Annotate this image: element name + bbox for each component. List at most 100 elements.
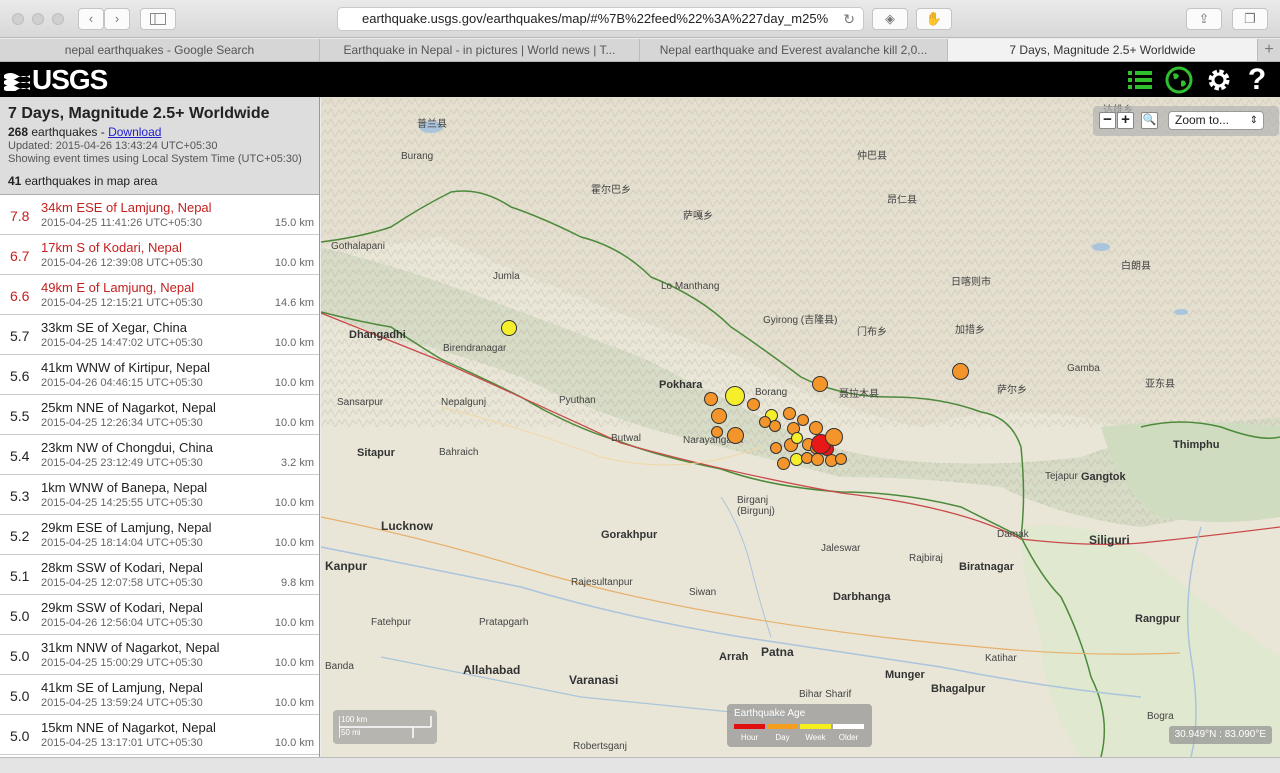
legend-swatch	[734, 724, 765, 729]
place-label: 白朗县	[1121, 261, 1151, 272]
zoom-to-select[interactable]: Zoom to... ⇕	[1168, 111, 1264, 130]
legend-label: Hour	[740, 733, 759, 742]
place-label: 普兰县	[417, 119, 447, 130]
reload-icon[interactable]: ↻	[843, 8, 855, 30]
tabs-icon: ❐	[1244, 11, 1256, 26]
usgs-logo[interactable]: USGS	[4, 64, 108, 95]
place-label: Burang	[401, 151, 434, 162]
reader-button[interactable]: ◈	[872, 8, 908, 30]
earthquake-list-item[interactable]: 5.5 25km NNE of Nagarkot, Nepal 2015-04-25…	[0, 395, 319, 435]
depth: 10.0 km	[274, 697, 314, 709]
zoom-in-button[interactable]: +	[1117, 112, 1134, 129]
magnitude: 5.2	[10, 528, 30, 544]
earthquake-marker[interactable]	[791, 432, 803, 444]
earthquake-list-item[interactable]: 5.3 1km WNW of Banepa, Nepal 2015-04-25 14…	[0, 475, 319, 515]
tab-everest-avalanche[interactable]: Nepal earthquake and Everest avalanche k…	[640, 39, 948, 61]
place-label: Pratapgarh	[479, 617, 529, 628]
close-window-button[interactable]	[12, 13, 24, 25]
earthquake-list-item[interactable]: 6.6 49km E of Lamjung, Nepal 2015-04-25 12…	[0, 275, 319, 315]
location: 1km WNW of Banepa, Nepal	[41, 480, 208, 495]
earthquake-marker[interactable]	[725, 386, 745, 406]
location: 31km NNW of Nagarkot, Nepal	[41, 640, 220, 655]
place-label: Munger	[885, 669, 925, 681]
magnitude: 5.3	[10, 488, 30, 504]
place-label: Kanpur	[325, 559, 367, 573]
earthquake-marker[interactable]	[782, 406, 796, 420]
gear-icon[interactable]	[1205, 66, 1233, 94]
place-label: 聂拉木县	[839, 389, 879, 400]
earthquake-list-item[interactable]: 7.8 34km ESE of Lamjung, Nepal 2015-04-25 …	[0, 195, 319, 235]
depth: 10.0 km	[274, 377, 314, 389]
location: 34km ESE of Lamjung, Nepal	[41, 200, 212, 215]
earthquake-marker[interactable]	[501, 320, 517, 336]
download-link[interactable]: Download	[108, 125, 161, 139]
place-label: Patna	[761, 645, 794, 659]
forward-button[interactable]: ›	[104, 8, 130, 30]
updown-arrow-icon: ⇕	[1249, 115, 1258, 126]
location: 49km E of Lamjung, Nepal	[41, 280, 195, 295]
earthquake-marker[interactable]	[810, 452, 824, 466]
earthquake-marker[interactable]	[797, 414, 809, 426]
earthquake-list-item[interactable]: 5.7 33km SE of Xegar, China 2015-04-25 14:…	[0, 315, 319, 355]
earthquake-marker[interactable]	[825, 428, 843, 446]
usgs-header: USGS ?	[0, 62, 1280, 97]
earthquake-list-item[interactable]: 5.1 28km SSW of Kodari, Nepal 2015-04-25 1…	[0, 555, 319, 595]
earthquake-marker[interactable]	[770, 442, 782, 454]
extension-button[interactable]: ✋	[916, 8, 952, 30]
earthquake-marker[interactable]	[711, 408, 727, 424]
tab-usgs-map[interactable]: 7 Days, Magnitude 2.5+ Worldwide	[948, 39, 1258, 61]
tab-guardian-pictures[interactable]: Earthquake in Nepal - in pictures | Worl…	[320, 39, 640, 61]
event-time: 2015-04-25 12:07:58 UTC+05:30	[41, 577, 203, 589]
earthquake-marker[interactable]	[951, 362, 969, 380]
zoom-window-button[interactable]	[52, 13, 64, 25]
magnify-icon[interactable]: 🔍	[1141, 112, 1158, 129]
place-label: Gothalapani	[331, 241, 385, 252]
location: 23km NW of Chongdui, China	[41, 440, 213, 455]
globe-icon[interactable]	[1165, 66, 1193, 94]
earthquake-list-item[interactable]: 5.0 15km NNE of Nagarkot, Nepal 2015-04-25…	[0, 715, 319, 755]
earthquake-marker[interactable]	[776, 456, 790, 470]
tab-google-search[interactable]: nepal earthquakes - Google Search	[0, 39, 320, 61]
new-tab-button[interactable]: +	[1258, 39, 1280, 61]
browser-toolbar: ‹ › earthquake.usgs.gov/earthquakes/map/…	[0, 0, 1280, 38]
earthquake-marker[interactable]	[704, 392, 718, 406]
zoom-out-button[interactable]: −	[1099, 112, 1116, 129]
event-time: 2015-04-25 13:17:01 UTC+05:30	[41, 737, 203, 749]
help-icon[interactable]: ?	[1243, 65, 1271, 95]
place-label: Robertsganj	[573, 741, 627, 752]
depth: 10.0 km	[274, 257, 314, 269]
earthquake-marker[interactable]	[711, 426, 723, 438]
event-time: 2015-04-25 12:15:21 UTC+05:30	[41, 297, 203, 309]
place-label: Damak	[997, 529, 1029, 540]
earthquake-list-item[interactable]: 6.7 17km S of Kodari, Nepal 2015-04-26 12:…	[0, 235, 319, 275]
earthquake-marker[interactable]	[812, 376, 828, 392]
place-label: Fatehpur	[371, 617, 412, 628]
share-button[interactable]: ⇪	[1186, 8, 1222, 30]
earthquake-marker[interactable]	[835, 453, 847, 465]
earthquake-list-item[interactable]: 5.0 31km NNW of Nagarkot, Nepal 2015-04-25…	[0, 635, 319, 675]
share-icon: ⇪	[1198, 11, 1210, 26]
place-label: 仲巴县	[857, 151, 887, 162]
list-icon[interactable]	[1126, 66, 1154, 94]
magnitude: 5.7	[10, 328, 30, 344]
feed-title: 7 Days, Magnitude 2.5+ Worldwide	[8, 105, 270, 122]
earthquake-list-item[interactable]: 5.0 41km SE of Lamjung, Nepal 2015-04-25 1…	[0, 675, 319, 715]
map-view[interactable]: Burang Gothalapani Jumla Lo Manthang Gyi…	[321, 97, 1280, 757]
depth: 10.0 km	[274, 497, 314, 509]
minimize-window-button[interactable]	[32, 13, 44, 25]
tabs-overview-button[interactable]: ❐	[1232, 8, 1268, 30]
depth: 10.0 km	[274, 737, 314, 749]
sidebar-toggle-button[interactable]	[140, 8, 176, 30]
earthquake-marker[interactable]	[759, 416, 771, 428]
address-bar[interactable]: earthquake.usgs.gov/earthquakes/map/#%7B…	[337, 7, 864, 31]
earthquake-list-item[interactable]: 5.6 41km WNW of Kirtipur, Nepal 2015-04-26…	[0, 355, 319, 395]
earthquake-marker[interactable]	[809, 421, 823, 435]
depth: 3.2 km	[280, 457, 314, 469]
place-label: Bhagalpur	[931, 683, 986, 695]
back-button[interactable]: ‹	[78, 8, 104, 30]
earthquake-list-item[interactable]: 5.4 23km NW of Chongdui, China 2015-04-25 …	[0, 435, 319, 475]
earthquake-marker[interactable]	[726, 426, 744, 444]
earthquake-marker[interactable]	[746, 397, 760, 411]
earthquake-list-item[interactable]: 5.0 29km SSW of Kodari, Nepal 2015-04-26 1…	[0, 595, 319, 635]
earthquake-list-item[interactable]: 5.2 29km ESE of Lamjung, Nepal 2015-04-25 …	[0, 515, 319, 555]
